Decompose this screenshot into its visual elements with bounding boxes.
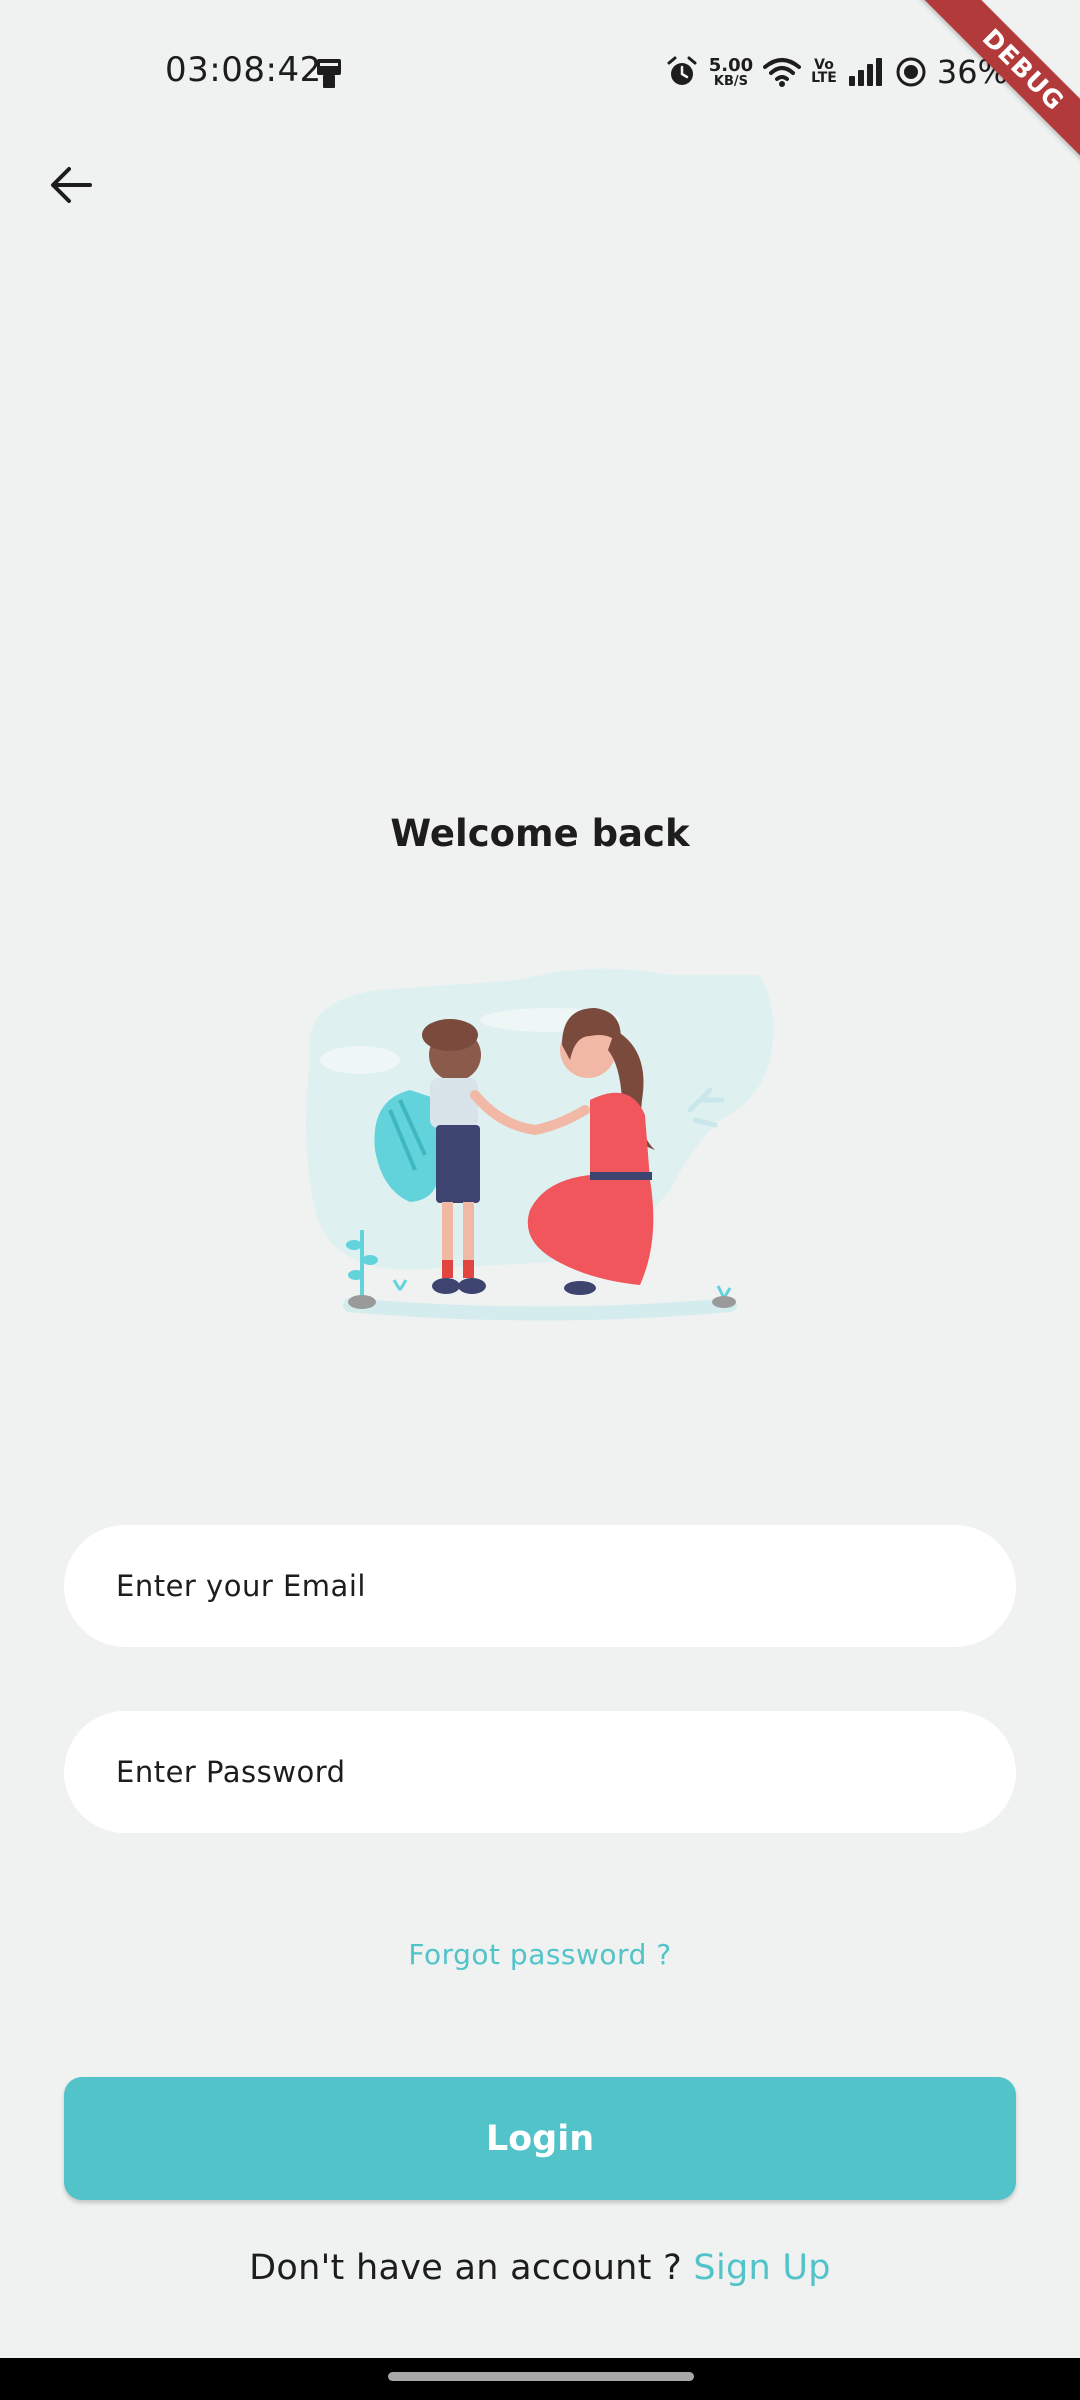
back-button[interactable] xyxy=(36,150,106,220)
net-speed-value: 5.00 xyxy=(708,54,754,76)
payment-icon xyxy=(314,56,344,90)
parent-child-illustration xyxy=(290,950,790,1330)
net-speed-unit: KB/S xyxy=(713,73,748,89)
signup-prompt: Don't have an account ? xyxy=(249,2248,694,2288)
home-indicator[interactable] xyxy=(388,2372,694,2381)
signup-row: Don't have an account ? Sign Up xyxy=(0,2248,1080,2288)
status-bar: 03:08:42 5.00 KB/S Vo LTE 36% xyxy=(0,0,1080,140)
password-field[interactable] xyxy=(64,1711,1016,1833)
net-speed: 5.00 KB/S xyxy=(708,54,754,89)
arrow-left-icon xyxy=(51,167,92,203)
signal-icon xyxy=(847,56,885,88)
alarm-icon xyxy=(665,55,699,89)
page-title: Welcome back xyxy=(390,812,690,855)
login-button[interactable]: Login xyxy=(64,2077,1016,2200)
volte-icon: Vo LTE xyxy=(811,58,837,86)
forgot-password-link[interactable]: Forgot password ? xyxy=(0,1938,1080,1971)
volte-bottom: LTE xyxy=(811,70,837,86)
wifi-icon xyxy=(763,56,802,88)
navigation-bar xyxy=(0,2358,1080,2400)
email-field[interactable] xyxy=(64,1525,1016,1647)
battery-saver-icon xyxy=(895,56,927,88)
status-time: 03:08:42 xyxy=(165,50,322,90)
status-icons: 5.00 KB/S Vo LTE 36% xyxy=(665,50,1008,94)
signup-link[interactable]: Sign Up xyxy=(693,2248,830,2288)
